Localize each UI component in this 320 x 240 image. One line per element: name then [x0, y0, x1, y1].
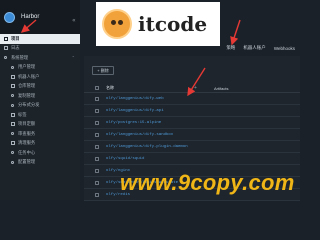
registry-icon [10, 84, 15, 89]
column-name[interactable]: 名称 [106, 85, 194, 91]
itcode-logo: itcode [96, 2, 220, 46]
table-row: olfy/langgenius/dify-sandbox [84, 129, 300, 141]
sidebar-item-job-service[interactable]: 任务中心 [0, 148, 80, 158]
brand[interactable]: Harbor [0, 0, 80, 34]
tab-webhooks[interactable]: Webhooks [273, 45, 296, 52]
sidebar-item-interrogation-services[interactable]: 审查服务 [0, 129, 80, 139]
sidebar-item-registries[interactable]: 仓库管理 [0, 82, 80, 92]
site-watermark: www.9copy.com [120, 170, 295, 195]
row-checkbox[interactable] [95, 144, 99, 149]
project-icon [3, 36, 8, 41]
sidebar-item-label: 项目 [11, 35, 20, 41]
harbor-logo-icon [4, 11, 15, 23]
interrogation-icon [10, 131, 15, 136]
clean-icon [10, 141, 15, 146]
app-title: Harbor [21, 14, 40, 20]
sidebar-item-distributions[interactable]: 分布式分发 [0, 101, 80, 111]
column-plus-icon[interactable]: + [194, 85, 214, 91]
sidebar-item-clean-up[interactable]: 清理服务 [0, 139, 80, 149]
replication-icon [10, 93, 15, 98]
sidebar-item-label: 日志 [11, 45, 20, 51]
column-artifacts[interactable]: Artifacts [214, 86, 228, 91]
logo-text: itcode [138, 12, 208, 36]
sidebar-item-label: 用户管理 [18, 64, 36, 70]
chevron-up-icon: ⌃ [71, 55, 75, 61]
sidebar-item-label: 复制管理 [18, 92, 36, 98]
sidebar-item-project-quotas[interactable]: 项目定额 [0, 120, 80, 130]
sidebar-item-label: 仓库管理 [18, 83, 36, 89]
sidebar-item-system-admin[interactable]: 系统管理 ⌃ [0, 53, 80, 63]
tab-policy[interactable]: 策略 [225, 44, 236, 52]
row-checkbox[interactable] [95, 192, 99, 197]
repository-link[interactable]: olfy/langgenius/dify-sandbox [106, 133, 173, 137]
repository-link[interactable]: olfy/langgenius/dify-api [106, 109, 164, 113]
robot-icon [10, 74, 15, 79]
sidebar-item-label: 配置管理 [18, 159, 36, 165]
table-row: olfy/postgres:15-alpine [84, 117, 300, 129]
table-row: olfy/squid/squid [84, 153, 300, 165]
sidebar-item-replications[interactable]: 复制管理 [0, 91, 80, 101]
repository-link[interactable]: olfy/langgenius/dify-web [106, 97, 164, 101]
row-checkbox[interactable] [95, 156, 99, 161]
user-icon [10, 65, 15, 70]
distribution-icon [10, 103, 15, 108]
sidebar-item-label: 清理服务 [18, 140, 36, 146]
config-icon [10, 160, 15, 165]
sidebar-item-label: 审查服务 [18, 130, 36, 136]
delete-button[interactable]: + 删除 [92, 66, 114, 75]
sidebar-item-label: 系统管理 [11, 54, 29, 60]
row-checkbox[interactable] [95, 180, 99, 185]
select-all-checkbox[interactable] [95, 86, 99, 90]
sidebar-item-label: 项目定额 [18, 121, 36, 127]
sidebar: Harbor « 项目 日志 系统管理 ⌃ 用户管理 机器人账户 仓库管理 复制… [0, 0, 80, 200]
toolbar: + 删除 [84, 56, 300, 82]
table-row: olfy/langgenius/dify-web [84, 93, 300, 105]
repository-link[interactable]: olfy/postgres:15-alpine [106, 121, 161, 125]
table-row: olfy/langgenius/dify-plugin-daemon [84, 141, 300, 153]
sidebar-item-users[interactable]: 用户管理 [0, 63, 80, 73]
sidebar-item-configuration[interactable]: 配置管理 [0, 158, 80, 168]
tab-robot-accounts[interactable]: 机器人账户 [242, 44, 267, 52]
table-header: 名称 + Artifacts [84, 84, 300, 93]
sidebar-nav: 项目 日志 系统管理 ⌃ 用户管理 机器人账户 仓库管理 复制管理 分布式分发 … [0, 34, 80, 167]
log-icon [3, 46, 8, 51]
sidebar-item-labels[interactable]: 标签 [0, 110, 80, 120]
row-checkbox[interactable] [95, 108, 99, 113]
sidebar-item-projects[interactable]: 项目 [0, 34, 80, 44]
row-checkbox[interactable] [95, 120, 99, 125]
sidebar-item-robot-accounts[interactable]: 机器人账户 [0, 72, 80, 82]
mascot-icon [102, 9, 132, 39]
label-icon [10, 112, 15, 117]
sidebar-item-label: 机器人账户 [18, 73, 40, 79]
sidebar-item-label: 标签 [18, 111, 27, 117]
job-icon [10, 150, 15, 155]
repository-link[interactable]: olfy/langgenius/dify-plugin-daemon [106, 145, 188, 149]
row-checkbox[interactable] [95, 96, 99, 101]
repository-link[interactable]: olfy/squid/squid [106, 157, 144, 161]
row-checkbox[interactable] [95, 132, 99, 137]
row-checkbox[interactable] [95, 168, 99, 173]
system-icon [3, 55, 8, 60]
table-row: olfy/langgenius/dify-api [84, 105, 300, 117]
collapse-sidebar-icon[interactable]: « [72, 17, 76, 24]
sidebar-item-logs[interactable]: 日志 [0, 44, 80, 54]
quota-icon [10, 122, 15, 127]
sidebar-item-label: 分布式分发 [18, 102, 40, 108]
sidebar-item-label: 任务中心 [18, 149, 36, 155]
